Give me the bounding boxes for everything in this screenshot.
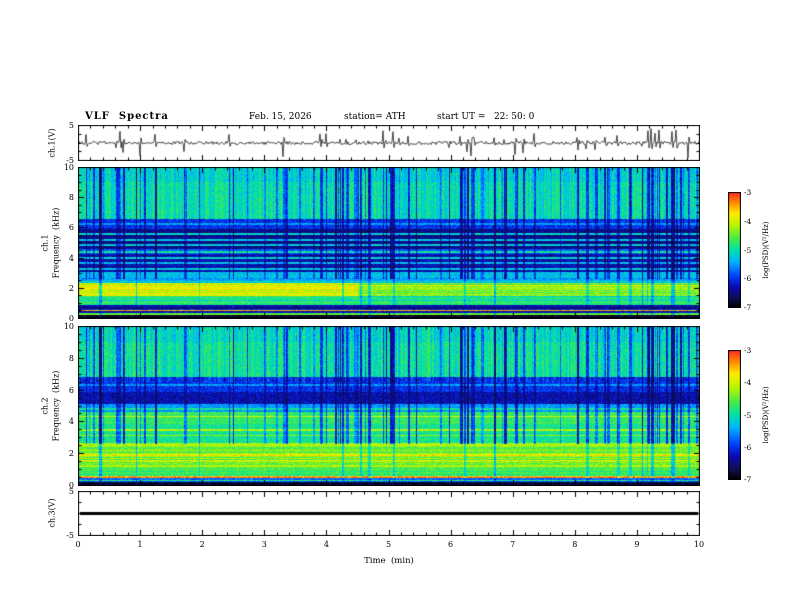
colorbar2-tick-label: -4 [744,378,752,388]
x-tick-label: 2 [199,540,205,549]
spec2-y-tick-label: 2 [68,449,74,459]
x-tick-label: 3 [261,540,267,549]
x-axis-label: Time (min) [364,556,414,566]
plot-date: Feb. 15, 2026 [249,112,312,122]
ch2-channel-label: ch.2 [40,397,50,415]
colorbar-ch2-label: log(PSD)(V²/Hz) [762,386,770,444]
spec1-y-tick-label: 8 [68,193,74,203]
plot-start-ut: start UT = 22: 50: 0 [437,112,535,122]
panel-ch2-spectrogram [78,326,700,486]
panel-ch1-spectrogram [78,167,700,319]
wave3-y-tick-label: -5 [66,531,74,540]
ch1-channel-label: ch.1 [40,234,50,252]
x-tick-label: 4 [323,540,329,549]
colorbar-ch2 [728,350,741,480]
x-tick-label: 10 [693,540,705,549]
colorbar2-tick-label: -5 [744,410,752,420]
spec1-y-tick-label: 2 [68,283,74,293]
colorbar1-tick-label: -5 [744,245,752,255]
spec2-y-tick-label: 4 [68,417,74,427]
ch2-frequency-axis-label: Frequency (kHz) [51,370,61,442]
ch2-spectrogram-canvas [78,326,700,486]
colorbar2-tick-label: -6 [744,442,752,452]
x-tick-label: 1 [137,540,143,549]
colorbar2-tick-label: -3 [744,346,752,355]
x-tick-label: 0 [75,540,81,549]
spec1-y-tick-label: 4 [68,253,74,263]
plot-station: station= ATH [344,112,406,122]
wave3-y-tick-label: 5 [68,487,74,496]
colorbar-ch1-label: log(PSD)(V²/Hz) [762,221,770,279]
ch1-spectrogram-canvas [78,167,700,319]
spec1-y-tick-label: 6 [68,223,74,233]
wave1-y-tick-label: 5 [68,121,74,130]
ch1-waveform-canvas [78,125,700,161]
vlf-spectra-figure: VLF Spectra Feb. 15, 2026 station= ATH s… [0,0,792,612]
colorbar1-tick-label: -4 [744,216,752,226]
ch1-frequency-axis-label: Frequency (kHz) [51,207,61,279]
ch3-waveform-canvas [78,491,700,536]
ch3-voltage-axis-label: ch.3(V) [47,498,57,528]
ch1-voltage-axis-label: ch.1(V) [47,128,57,158]
colorbar1-tick-label: -3 [744,188,752,197]
panel-ch3-waveform [78,491,700,536]
x-tick-label: 9 [634,540,640,549]
spec2-y-tick-label: 6 [68,385,74,395]
x-tick-label: 8 [572,540,578,549]
colorbar-ch1-canvas [728,192,741,308]
panel-ch1-waveform [78,125,700,161]
plot-title: VLF Spectra [85,111,169,122]
colorbar1-tick-label: -7 [744,303,752,312]
colorbar1-tick-label: -6 [744,274,752,284]
wave1-y-tick-label: -5 [66,156,74,165]
x-tick-label: 7 [510,540,516,549]
colorbar-ch2-canvas [728,350,741,480]
x-tick-label: 6 [448,540,454,549]
spec2-y-tick-label: 8 [68,353,74,363]
x-tick-label: 5 [385,540,392,549]
colorbar2-tick-label: -7 [744,475,752,484]
colorbar-ch1 [728,192,741,308]
spec2-y-tick-label: 10 [63,322,74,331]
